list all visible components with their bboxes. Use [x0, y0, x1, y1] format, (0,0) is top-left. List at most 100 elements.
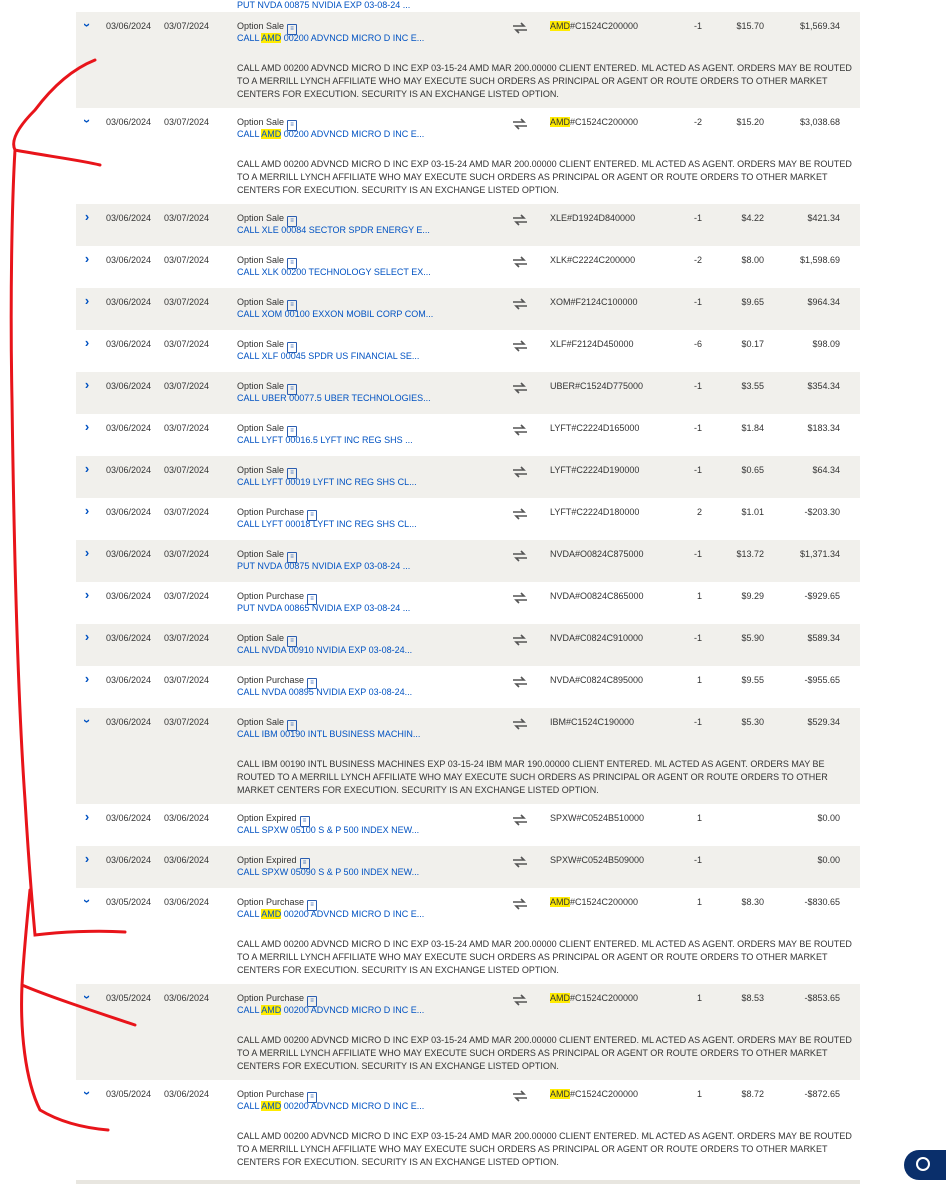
security-description-link[interactable]: PUT NVDA 00875 NVIDIA EXP 03-08-24 ... — [237, 0, 410, 10]
chevron-right-icon[interactable]: › — [80, 852, 94, 866]
amount: $421.34 — [807, 213, 840, 223]
table-row[interactable]: › 03/06/2024 03/06/2024 Option Expired ≡ CALL… — [76, 804, 860, 846]
security-description-link[interactable]: CALL IBM 00190 INTL BUSINESS MACHIN... — [237, 729, 420, 739]
transfer-arrows-icon[interactable] — [512, 592, 528, 604]
chevron-right-icon[interactable]: › — [80, 420, 94, 434]
chevron-right-icon[interactable]: › — [80, 252, 94, 266]
security-description-link[interactable]: CALL SPXW 05100 S & P 500 INDEX NEW... — [237, 825, 419, 835]
table-row[interactable]: › 03/05/2024 03/06/2024 Option Purchase ≡ CAL… — [76, 984, 860, 1080]
security-description-link[interactable]: CALL NVDA 00895 NVIDIA EXP 03-08-24... — [237, 687, 412, 697]
transfer-arrows-icon[interactable] — [512, 256, 528, 268]
chevron-down-icon[interactable]: › — [80, 894, 95, 908]
trade-date: 03/06/2024 — [106, 339, 152, 349]
chat-button[interactable] — [904, 1150, 946, 1180]
table-row[interactable]: › 03/05/2024 03/06/2024 Option Purchase ≡ CAL… — [76, 888, 860, 984]
transfer-arrows-icon[interactable] — [512, 508, 528, 520]
trade-date: 03/06/2024 — [106, 507, 152, 517]
transaction-type-label: Option Purchase — [237, 591, 305, 601]
price: $15.70 — [736, 21, 764, 31]
transfer-arrows-icon[interactable] — [512, 466, 528, 478]
security-description-link[interactable]: CALL LYFT 00018 LYFT INC REG SHS CL... — [237, 519, 417, 529]
transfer-arrows-icon[interactable] — [512, 634, 528, 646]
price: $9.55 — [741, 675, 764, 685]
table-row[interactable]: › 03/06/2024 03/07/2024 Option Sale ≡ CALL LY… — [76, 414, 860, 456]
chevron-down-icon[interactable]: › — [80, 990, 95, 1004]
security-description-link[interactable]: CALL NVDA 00910 NVIDIA EXP 03-08-24... — [237, 645, 412, 655]
security-description-link[interactable]: CALL AMD 00200 ADVNCD MICRO D INC E... — [237, 1005, 424, 1015]
chevron-down-icon[interactable]: › — [80, 114, 95, 128]
chevron-right-icon[interactable]: › — [80, 546, 94, 560]
table-row[interactable]: › 03/06/2024 03/07/2024 Option Sale ≡ CALL LY… — [76, 456, 860, 498]
table-row[interactable]: › 03/06/2024 03/07/2024 Option Purchase ≡ CAL… — [76, 498, 860, 540]
security-description-link[interactable]: CALL XLF 00045 SPDR US FINANCIAL SE... — [237, 351, 419, 361]
table-row[interactable]: › 03/06/2024 03/07/2024 Option Sale ≡ CALL XL… — [76, 246, 860, 288]
transfer-arrows-icon[interactable] — [512, 214, 528, 226]
chevron-right-icon[interactable]: › — [80, 810, 94, 824]
transfer-arrows-icon[interactable] — [512, 118, 528, 130]
symbol: LYFT#C2224D165000 — [550, 423, 639, 433]
transfer-arrows-icon[interactable] — [512, 22, 528, 34]
table-row[interactable]: › 03/06/2024 03/07/2024 Option Sale ≡ CALL AM… — [76, 108, 860, 204]
chevron-right-icon[interactable]: › — [80, 672, 94, 686]
security-description-link[interactable]: CALL AMD 00200 ADVNCD MICRO D INC E... — [237, 1101, 424, 1111]
transfer-arrows-icon[interactable] — [512, 856, 528, 868]
security-description-link[interactable]: PUT NVDA 00865 NVIDIA EXP 03-08-24 ... — [237, 603, 410, 613]
chevron-right-icon[interactable]: › — [80, 588, 94, 602]
security-description-link[interactable]: CALL LYFT 00019 LYFT INC REG SHS CL... — [237, 477, 417, 487]
security-description-link[interactable]: CALL AMD 00200 ADVNCD MICRO D INC E... — [237, 129, 424, 139]
security-description-link[interactable]: CALL XLK 00200 TECHNOLOGY SELECT EX... — [237, 267, 431, 277]
table-row[interactable]: › 03/06/2024 03/07/2024 Option Sale ≡ CALL XO… — [76, 288, 860, 330]
quantity: 1 — [696, 675, 702, 685]
security-description-link[interactable]: CALL UBER 00077.5 UBER TECHNOLOGIES... — [237, 393, 431, 403]
transfer-arrows-icon[interactable] — [512, 994, 528, 1006]
transaction-type-label: Option Sale — [237, 21, 285, 31]
transfer-arrows-icon[interactable] — [512, 1090, 528, 1102]
chevron-down-icon[interactable]: › — [80, 1086, 95, 1100]
transfer-arrows-icon[interactable] — [512, 340, 528, 352]
chevron-right-icon[interactable]: › — [80, 462, 94, 476]
transaction-type-label: Option Purchase — [237, 897, 305, 907]
chevron-right-icon[interactable]: › — [80, 630, 94, 644]
transactions-table: PUT NVDA 00875 NVIDIA EXP 03-08-24 ... ›… — [76, 0, 860, 1176]
table-row[interactable]: › 03/06/2024 03/07/2024 Option Sale ≡ CALL AM… — [76, 12, 860, 108]
transfer-arrows-icon[interactable] — [512, 298, 528, 310]
table-row[interactable]: › 03/05/2024 03/06/2024 Option Purchase ≡ CAL… — [76, 1080, 860, 1176]
settlement-date: 03/07/2024 — [164, 21, 210, 31]
description-prefix: CALL XLK 00200 TECHNOLOGY SELECT EX... — [237, 267, 431, 277]
description-prefix: CALL XLF 00045 SPDR US FINANCIAL SE... — [237, 351, 420, 361]
amount: $183.34 — [807, 423, 840, 433]
transfer-arrows-icon[interactable] — [512, 424, 528, 436]
table-row[interactable]: › 03/06/2024 03/07/2024 Option Sale ≡ CALL UB… — [76, 372, 860, 414]
security-description-link[interactable]: CALL XLE 00084 SECTOR SPDR ENERGY E... — [237, 225, 430, 235]
table-row[interactable]: › 03/06/2024 03/07/2024 Option Purchase ≡ CAL… — [76, 666, 860, 708]
transfer-arrows-icon[interactable] — [512, 550, 528, 562]
table-row[interactable]: › 03/06/2024 03/07/2024 Option Sale ≡ CALL XL… — [76, 330, 860, 372]
table-row[interactable]: › 03/06/2024 03/07/2024 Option Purchase ≡ PUT… — [76, 582, 860, 624]
table-row[interactable]: › 03/06/2024 03/07/2024 Option Sale ≡ CALL XL… — [76, 204, 860, 246]
transfer-arrows-icon[interactable] — [512, 814, 528, 826]
table-row[interactable]: › 03/06/2024 03/07/2024 Option Sale ≡ CALL IB… — [76, 708, 860, 804]
security-description-link[interactable]: CALL AMD 00200 ADVNCD MICRO D INC E... — [237, 909, 424, 919]
security-description-link[interactable]: CALL AMD 00200 ADVNCD MICRO D INC E... — [237, 33, 424, 43]
transfer-arrows-icon[interactable] — [512, 718, 528, 730]
transfer-arrows-icon[interactable] — [512, 898, 528, 910]
security-description-link[interactable]: CALL LYFT 00016.5 LYFT INC REG SHS ... — [237, 435, 413, 445]
chevron-right-icon[interactable]: › — [80, 336, 94, 350]
security-description-link[interactable]: PUT NVDA 00875 NVIDIA EXP 03-08-24 ... — [237, 561, 410, 571]
table-row[interactable]: › 03/06/2024 03/07/2024 Option Sale ≡ PUT NVD… — [76, 540, 860, 582]
chevron-right-icon[interactable]: › — [80, 504, 94, 518]
table-row[interactable]: › 03/06/2024 03/06/2024 Option Expired ≡ CALL… — [76, 846, 860, 888]
chevron-down-icon[interactable]: › — [80, 714, 95, 728]
chevron-right-icon[interactable]: › — [80, 294, 94, 308]
chevron-right-icon[interactable]: › — [80, 210, 94, 224]
chevron-down-icon[interactable]: › — [80, 18, 95, 32]
transfer-arrows-icon[interactable] — [512, 676, 528, 688]
price: $8.53 — [741, 993, 764, 1003]
transfer-arrows-icon[interactable] — [512, 382, 528, 394]
symbol-code: XLE#D1924D840000 — [550, 213, 636, 223]
chevron-right-icon[interactable]: › — [80, 378, 94, 392]
security-description-link[interactable]: CALL SPXW 05090 S & P 500 INDEX NEW... — [237, 867, 419, 877]
table-row[interactable]: › 03/06/2024 03/07/2024 Option Sale ≡ CALL NV… — [76, 624, 860, 666]
quantity: -1 — [693, 297, 702, 307]
security-description-link[interactable]: CALL XOM 00100 EXXON MOBIL CORP COM... — [237, 309, 433, 319]
